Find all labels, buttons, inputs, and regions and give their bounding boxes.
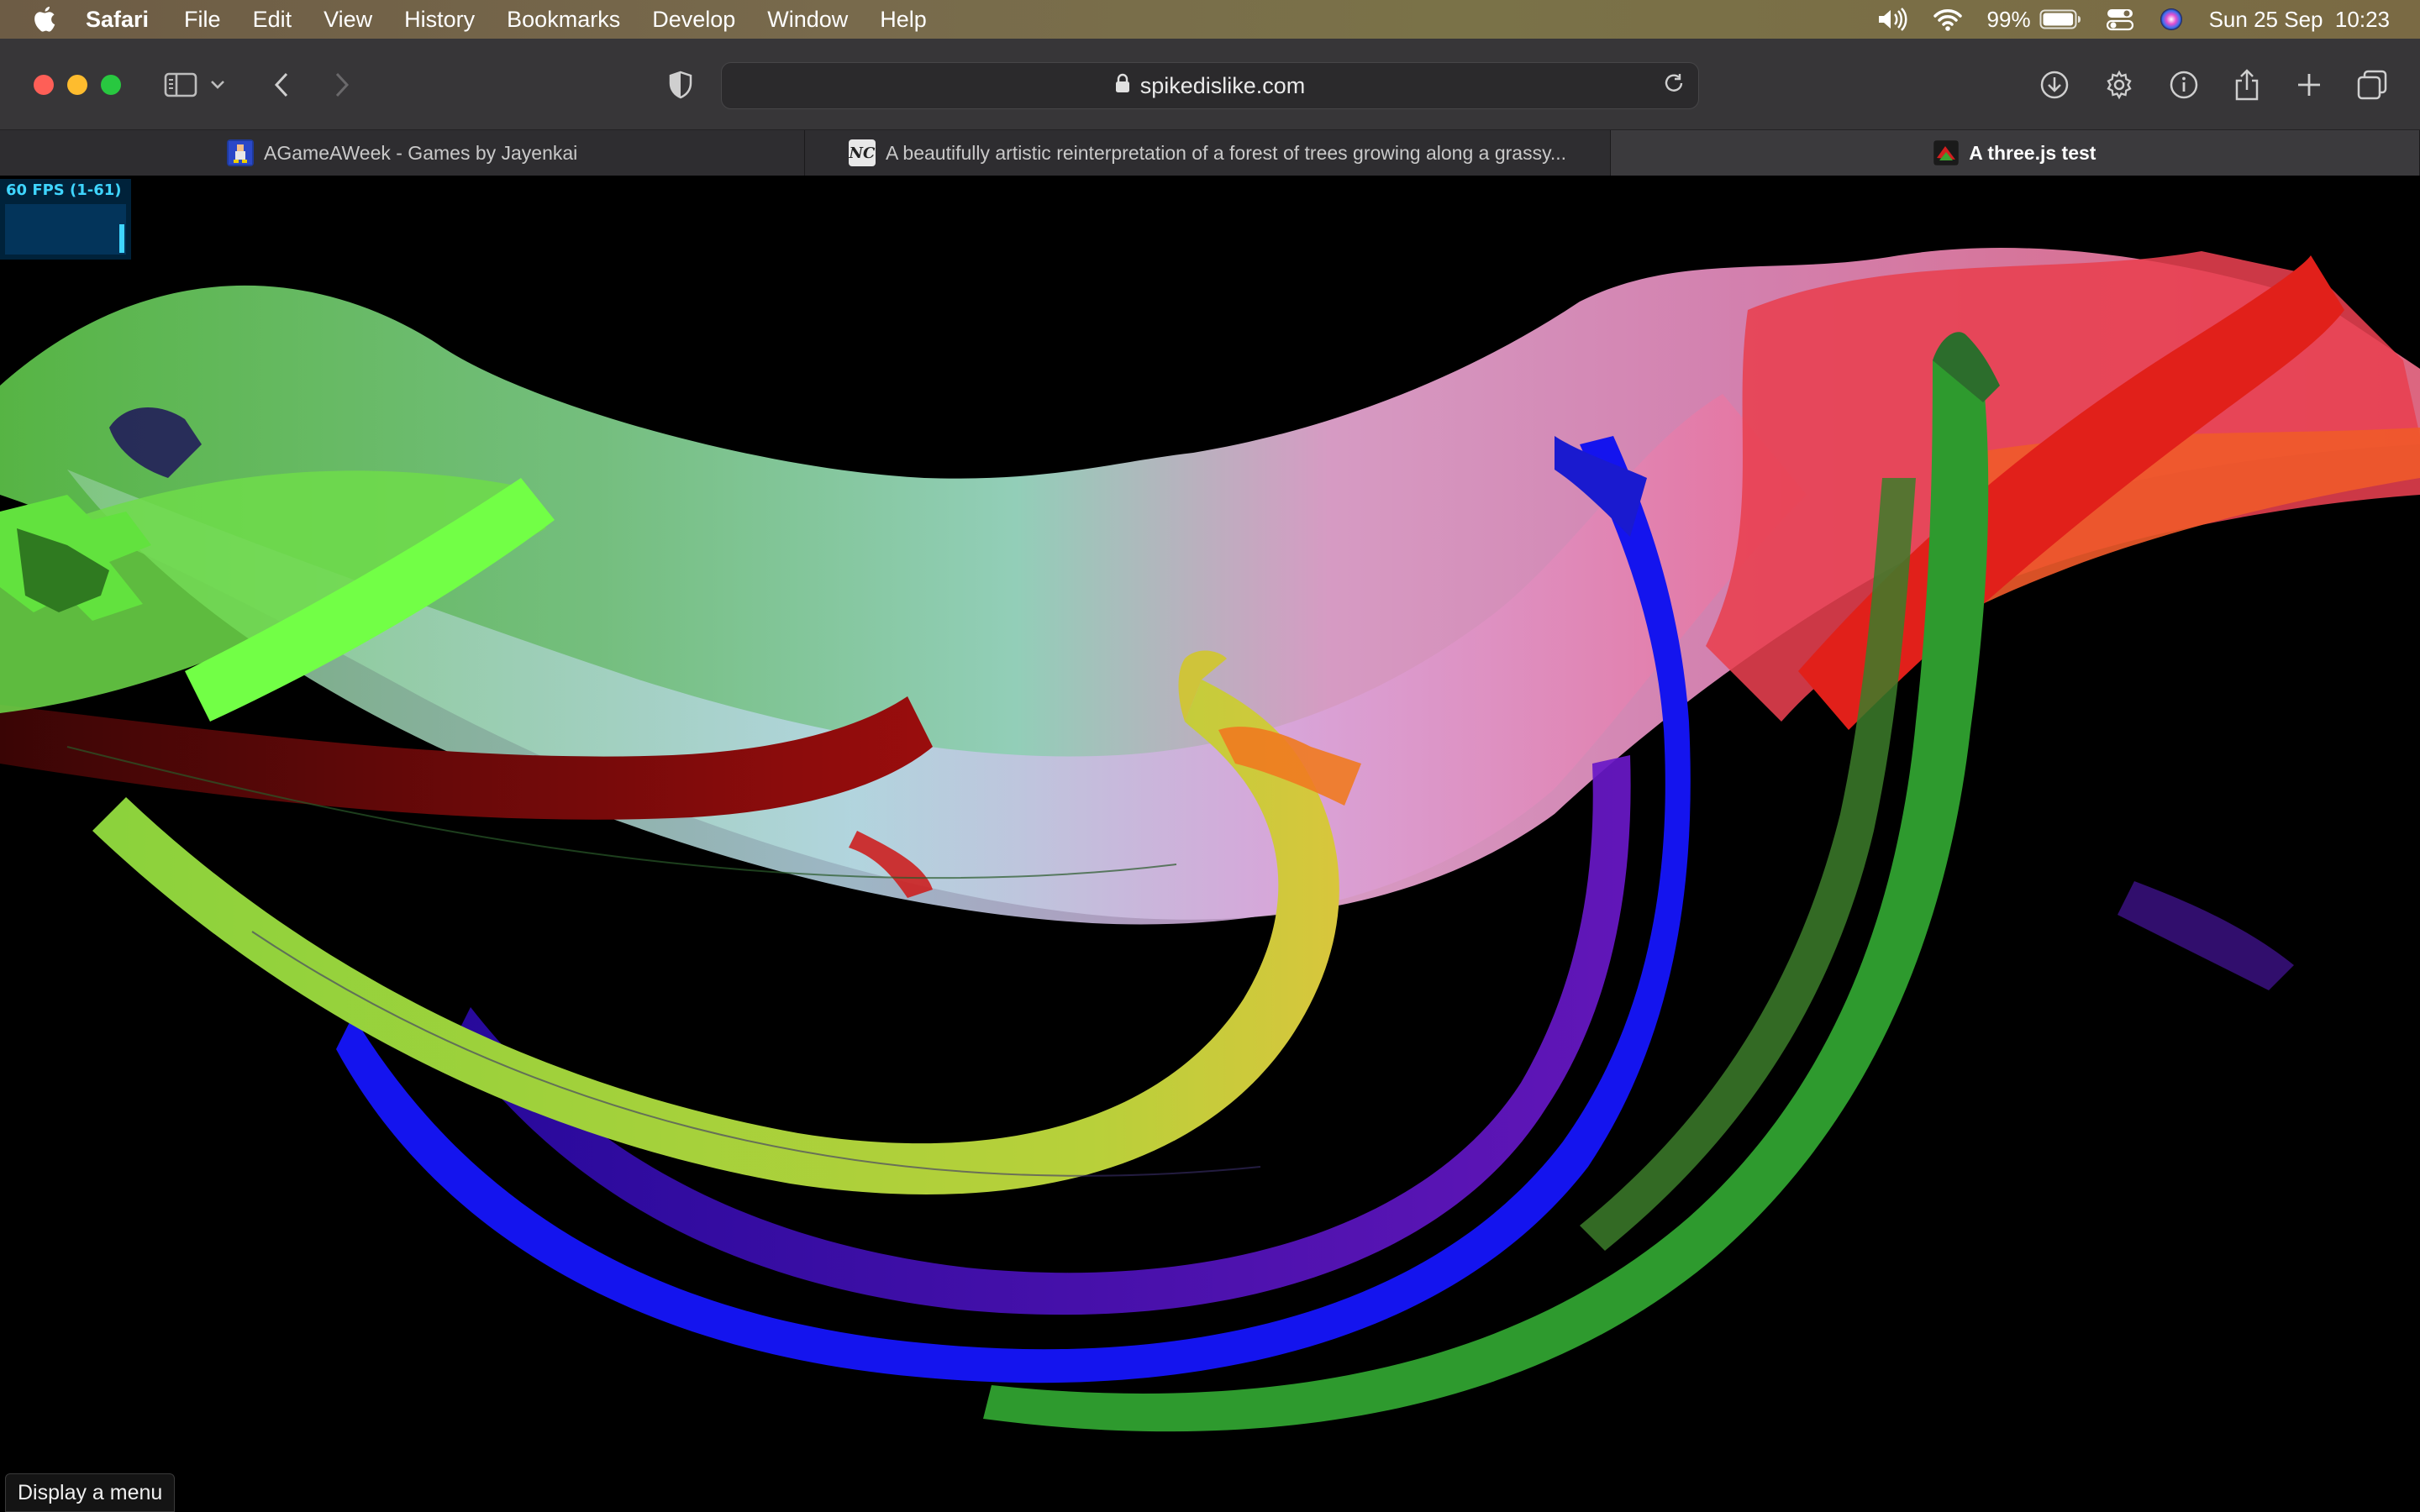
share-icon[interactable] — [2226, 64, 2268, 106]
nc-favicon-icon: NC — [848, 139, 876, 166]
zoom-window-button[interactable] — [101, 75, 121, 95]
menu-view[interactable]: View — [324, 7, 372, 33]
menu-bar: Safari File Edit View History Bookmarks … — [0, 0, 2420, 39]
status-area: 99% Sun 25 Sep 10:23 — [1876, 0, 2390, 39]
sidebar-icon[interactable] — [160, 64, 202, 106]
menu-bookmarks[interactable]: Bookmarks — [507, 7, 620, 33]
control-center-icon[interactable] — [2106, 8, 2133, 31]
battery-percent: 99% — [1986, 6, 2031, 32]
menu-window[interactable]: Window — [767, 7, 848, 33]
plus-icon[interactable] — [2288, 64, 2330, 106]
close-window-button[interactable] — [34, 75, 54, 95]
browser-toolbar: spikedislike.com — [0, 39, 2420, 130]
fps-stats-panel[interactable]: 60 FPS (1-61) — [0, 179, 131, 260]
volume-icon[interactable] — [1876, 7, 1908, 32]
tooltip: Display a menu — [5, 1473, 176, 1512]
menu-edit[interactable]: Edit — [253, 7, 292, 33]
battery-indicator[interactable]: 99% — [1987, 7, 2081, 33]
address-bar[interactable]: spikedislike.com — [721, 62, 1699, 109]
tab-title: AGameAWeek - Games by Jayenkai — [264, 141, 578, 164]
siri-icon[interactable] — [2159, 7, 2184, 32]
menu-help[interactable]: Help — [880, 7, 927, 33]
tab-forest-article[interactable]: NC A beautifully artistic reinterpretati… — [805, 130, 1611, 176]
ribbon-scene — [0, 248, 2420, 1432]
download-icon[interactable] — [2033, 64, 2075, 106]
info-icon[interactable] — [2163, 64, 2205, 106]
lock-icon — [1115, 73, 1130, 99]
chevron-down-icon[interactable] — [205, 64, 230, 106]
url-text: spikedislike.com — [1139, 72, 1306, 98]
threejs-favicon-icon — [1933, 140, 1960, 165]
reload-icon[interactable] — [1663, 73, 1686, 102]
tab-title: A beautifully artistic reinterpretation … — [885, 141, 1567, 164]
menu-history[interactable]: History — [404, 7, 475, 33]
dark-purple-under — [2118, 881, 2294, 990]
clock[interactable]: Sun 25 Sep 10:23 — [2209, 7, 2390, 33]
tab-agameaweek[interactable]: AGameAWeek - Games by Jayenkai — [0, 130, 806, 176]
fps-graph — [5, 204, 126, 255]
minimize-window-button[interactable] — [67, 75, 87, 95]
apple-icon[interactable] — [32, 5, 57, 34]
tab-title: A three.js test — [1969, 141, 2096, 164]
menu-file[interactable]: File — [184, 7, 221, 33]
privacy-shield-icon[interactable] — [660, 64, 702, 106]
wifi-icon[interactable] — [1933, 8, 1962, 31]
forward-icon[interactable] — [321, 64, 363, 106]
fps-label: 60 FPS (1-61) — [6, 181, 122, 199]
menu-develop[interactable]: Develop — [652, 7, 735, 33]
back-icon[interactable] — [260, 64, 302, 106]
battery-icon — [2039, 9, 2081, 29]
fps-graph-bar — [119, 224, 124, 253]
agameaweek-favicon-icon — [227, 139, 255, 166]
webgl-canvas[interactable]: 60 FPS (1-61) Display a menu — [0, 176, 2420, 1512]
tab-overview-icon[interactable] — [2351, 64, 2393, 106]
gear-icon[interactable] — [2098, 64, 2140, 106]
menu-app-safari[interactable]: Safari — [86, 7, 149, 33]
tab-threejs-test[interactable]: A three.js test — [1610, 130, 2420, 176]
tab-bar: AGameAWeek - Games by Jayenkai NC A beau… — [0, 130, 2420, 176]
